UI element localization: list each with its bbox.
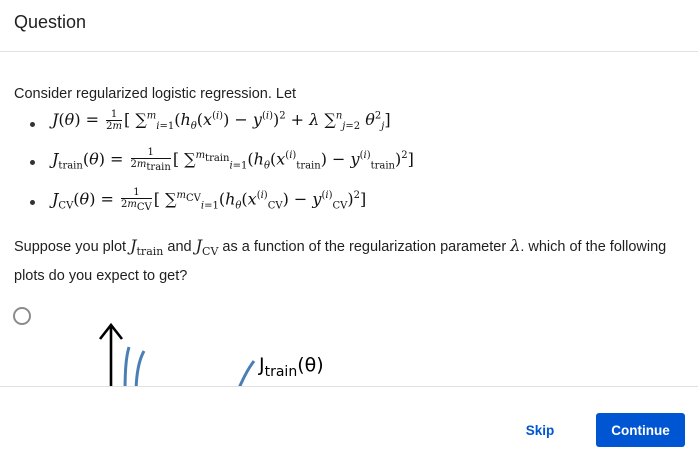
question-body: Consider regularized logistic regression… bbox=[0, 53, 698, 386]
question-header: Question bbox=[0, 0, 698, 52]
formula-jtrain: Jtrain(θ) = 1 2mtrain[ ∑mtraini=1(hθ(x(i)… bbox=[52, 147, 414, 173]
lambda-symbol: λ bbox=[510, 236, 521, 255]
action-footer: Skip Continue bbox=[0, 386, 698, 463]
continue-button[interactable]: Continue bbox=[596, 413, 685, 447]
page-title: Question bbox=[14, 12, 87, 32]
question-intro: Consider regularized logistic regression… bbox=[14, 86, 297, 102]
bullet-icon bbox=[30, 122, 35, 127]
j-train-symbol: Jtrain bbox=[130, 236, 164, 259]
prompt-text-2: as a function of the regularization para… bbox=[218, 239, 511, 255]
jcv-curve bbox=[123, 346, 131, 386]
jtrain-curve-left bbox=[134, 350, 146, 386]
bullet-icon bbox=[30, 160, 35, 165]
formula-j: J(θ) = 1 2m[ ∑mi=1(hθ(x(i)) − y(i))2 + λ … bbox=[52, 109, 391, 133]
prompt-text: Suppose you plot bbox=[14, 239, 131, 255]
bullet-icon bbox=[30, 200, 35, 205]
jtrain-curve-right bbox=[238, 360, 256, 386]
skip-button[interactable]: Skip bbox=[516, 413, 564, 447]
question-prompt: Suppose you plot Jtrain and JCV as a fun… bbox=[14, 233, 684, 289]
definition-list: J(θ) = 1 2m[ ∑mi=1(hθ(x(i)) − y(i))2 + λ … bbox=[0, 109, 698, 231]
option-1-plot bbox=[98, 322, 256, 386]
jtrain-curve-label: Jtrain(θ) bbox=[259, 354, 324, 380]
prompt-and: and bbox=[163, 239, 196, 255]
formula-jcv: JCV(θ) = 1 2mCV[ ∑mCVi=1(hθ(x(i)CV) − y(i… bbox=[52, 187, 367, 213]
option-1-radio[interactable] bbox=[13, 307, 31, 325]
definition-jcv: JCV(θ) = 1 2mCV[ ∑mCVi=1(hθ(x(i)CV) − y(i… bbox=[0, 187, 698, 231]
j-cv-symbol: JCV bbox=[195, 236, 219, 259]
